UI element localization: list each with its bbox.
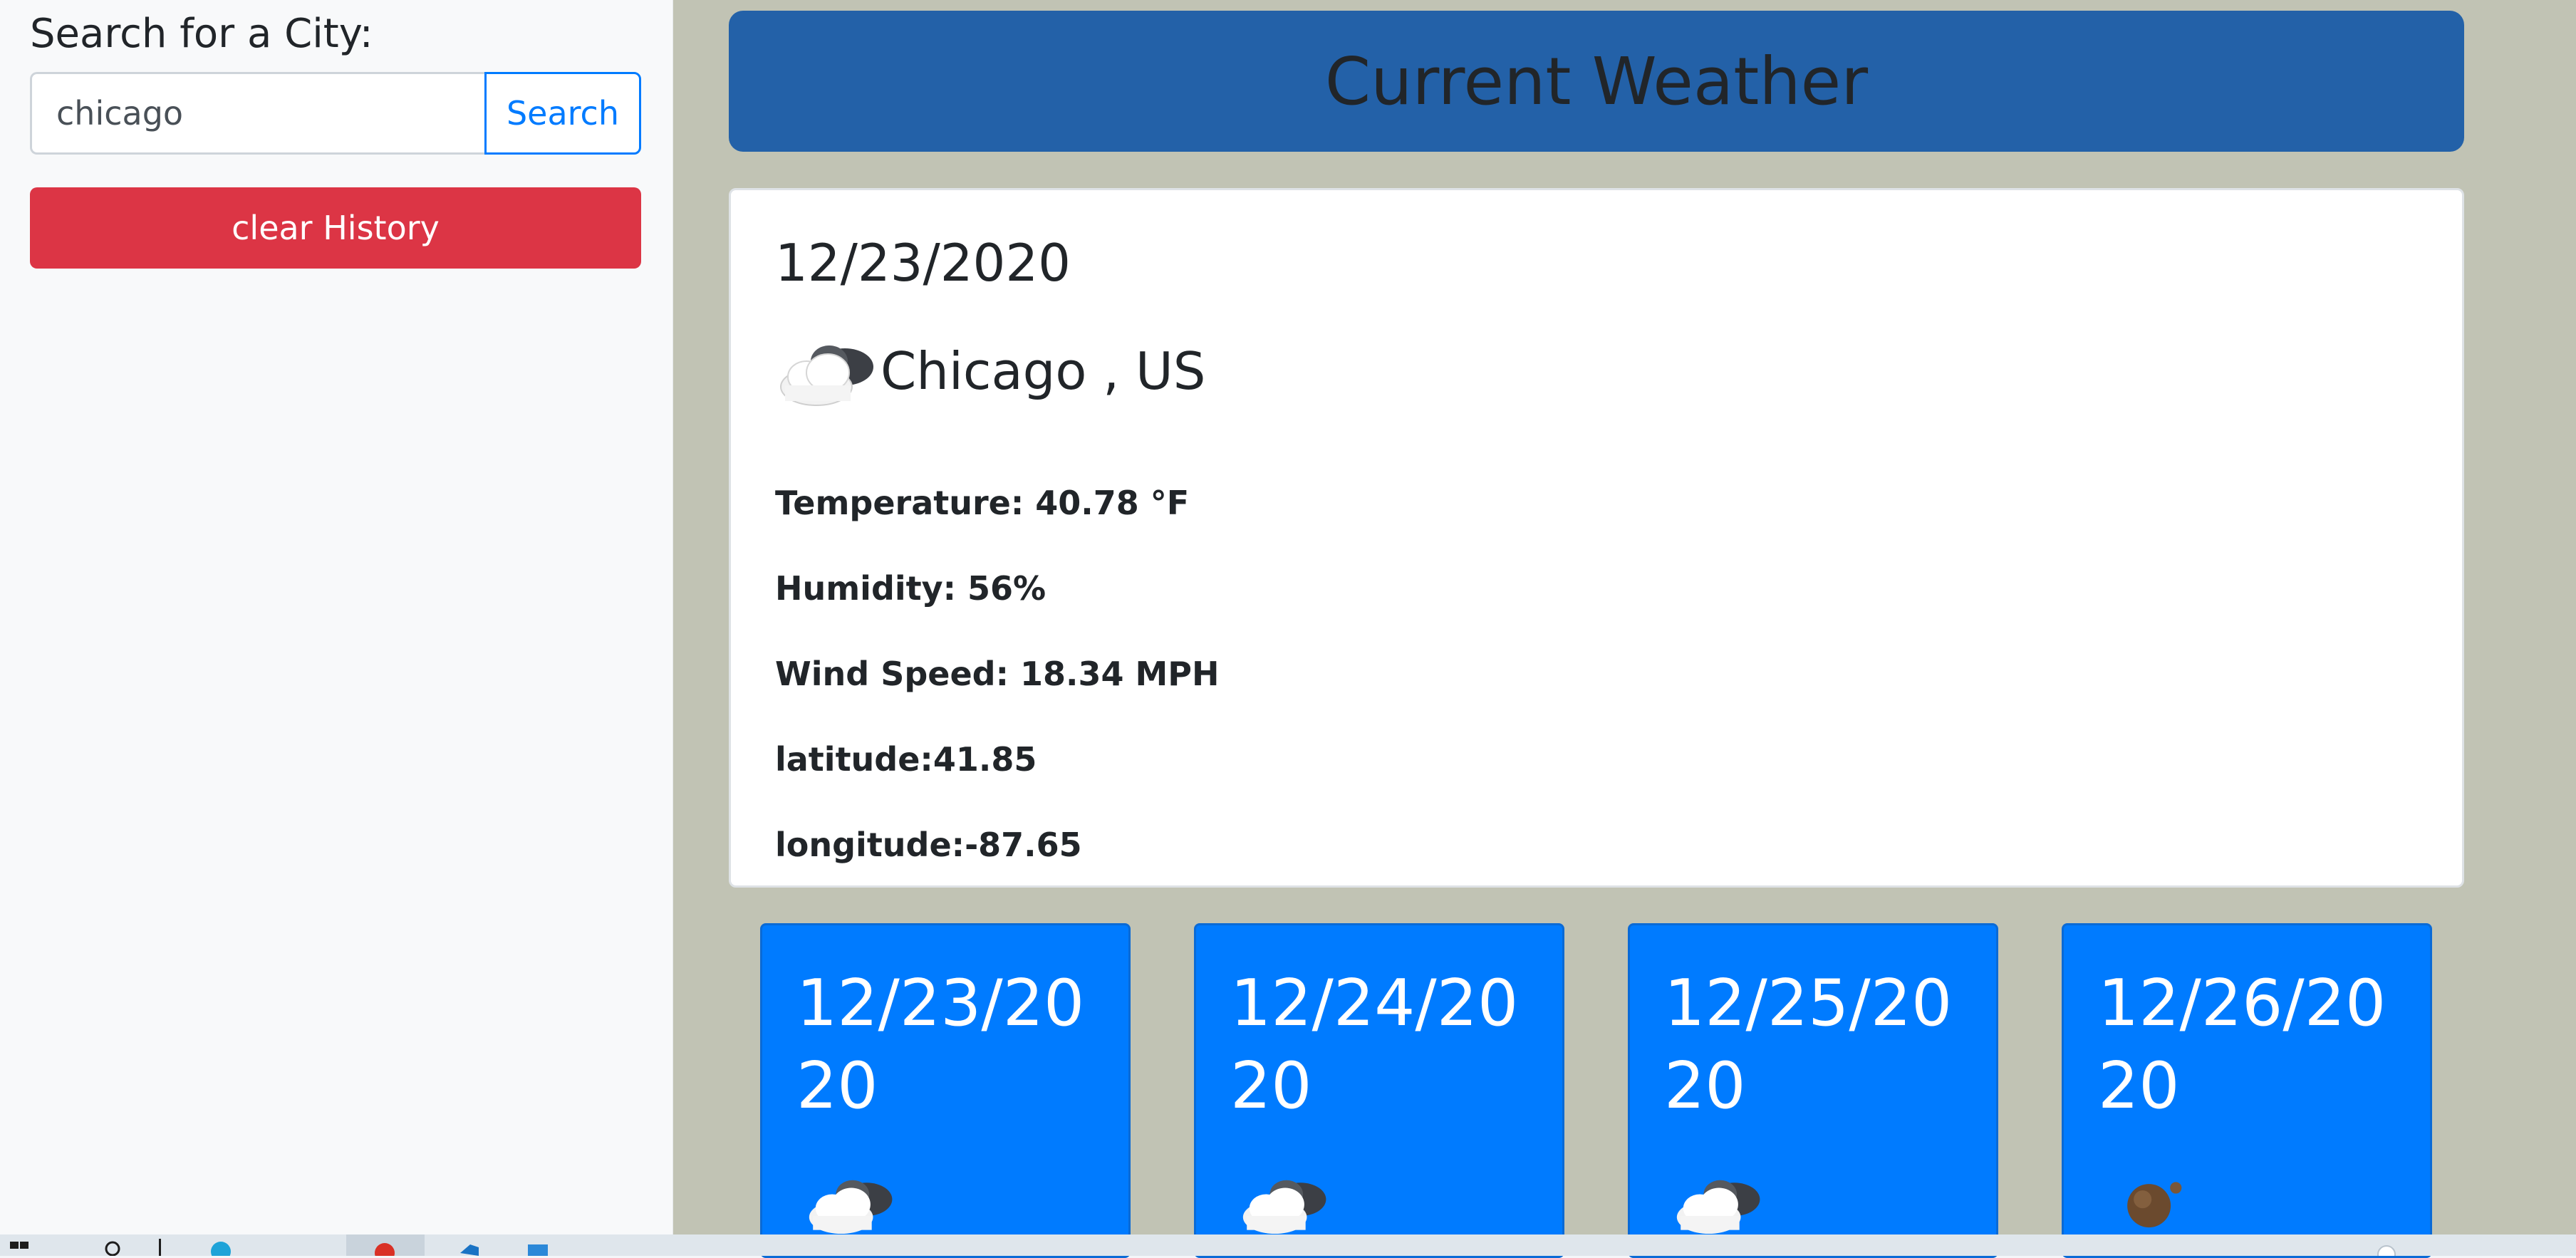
search-icon[interactable]: [100, 1239, 128, 1256]
temperature-text: Temperature: 40.78 °F: [775, 484, 1190, 522]
current-weather-card: 12/23/2020 Chicago , US Temperature: 40.…: [729, 188, 2464, 888]
browser-icon[interactable]: [207, 1239, 235, 1256]
sidebar: Search for a City: Search clear History: [0, 0, 673, 1234]
forecast-card: 12/26/2020: [2062, 923, 2432, 1258]
vscode-icon[interactable]: [456, 1239, 484, 1256]
forecast-date: 12/25/2020: [1664, 966, 1953, 1123]
partly-cloudy-icon: [809, 1180, 893, 1234]
humidity-text: Humidity: 56%: [775, 569, 1046, 608]
partly-cloudy-icon: [1242, 1180, 1326, 1234]
page-title: Current Weather: [1324, 43, 1869, 120]
partly-cloudy-icon: [1676, 1180, 1760, 1234]
chrome-icon[interactable]: [370, 1239, 399, 1256]
latitude-text: latitude:41.85: [775, 740, 1037, 779]
wind-speed-text: Wind Speed: 18.34 MPH: [775, 655, 1220, 693]
tray-icon[interactable]: [2372, 1239, 2401, 1256]
current-date: 12/23/2020: [775, 233, 1071, 293]
main-content: Current Weather 12/23/2020 Chicago , US …: [673, 0, 2576, 1258]
forecast-date: 12/26/2020: [2098, 966, 2387, 1123]
search-input[interactable]: [30, 72, 486, 155]
clear-night-icon: [2127, 1182, 2182, 1228]
windows-start-icon[interactable]: [6, 1239, 34, 1256]
longitude-text: longitude:-87.65: [775, 826, 1082, 864]
current-weather-banner: Current Weather: [729, 11, 2464, 152]
search-heading: Search for a City:: [30, 11, 373, 57]
forecast-date: 12/23/2020: [796, 966, 1085, 1123]
partly-cloudy-icon: [780, 345, 873, 406]
forecast-date: 12/24/2020: [1230, 966, 1519, 1123]
forecast-card: 12/23/2020: [760, 923, 1131, 1258]
search-button[interactable]: Search: [484, 72, 641, 155]
forecast-card: 12/24/2020: [1194, 923, 1564, 1258]
os-taskbar: [0, 1234, 2576, 1256]
forecast-card: 12/25/2020: [1628, 923, 1998, 1258]
task-view-icon[interactable]: [153, 1239, 167, 1256]
app-icon[interactable]: [524, 1239, 552, 1256]
clear-history-button[interactable]: clear History: [30, 187, 641, 269]
city-row: Chicago , US: [775, 330, 1205, 412]
city-name: Chicago , US: [881, 341, 1206, 401]
